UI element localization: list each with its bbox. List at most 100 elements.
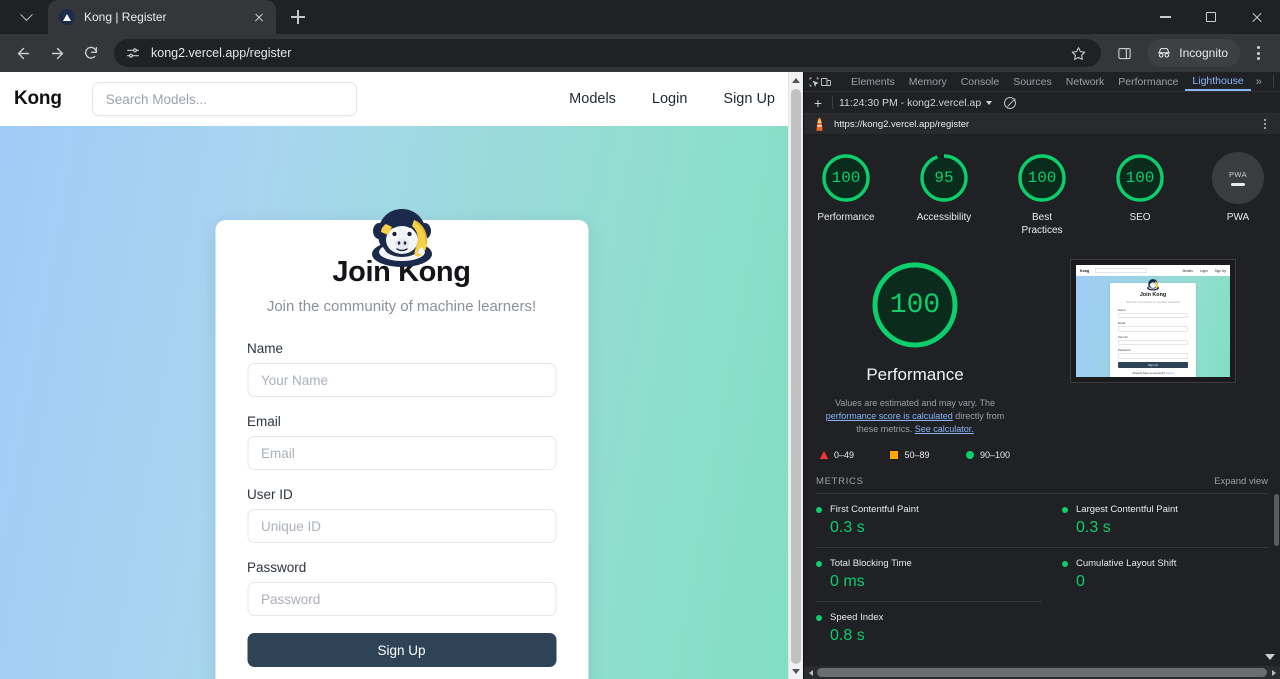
report-scroll-thumb[interactable] [1274,494,1279,546]
metric-value: 0.3 s [830,519,865,537]
nav-link-signup[interactable]: Sign Up [723,91,775,107]
tab-network[interactable]: Network [1059,72,1112,91]
metric-total-blocking-time[interactable]: Total Blocking Time 0 ms [816,547,1042,601]
close-icon[interactable] [250,8,268,26]
thumb-login-link: Log In [1165,371,1174,375]
thumb-login-text: Already have an account? [1132,371,1166,375]
tab-memory[interactable]: Memory [902,72,954,91]
expand-view-button[interactable]: Expand view [1214,476,1268,487]
url-text: kong2.vercel.app/register [151,46,292,60]
back-button[interactable] [8,38,38,68]
see-calculator-link[interactable]: See calculator. [915,424,974,434]
kong-triangle-icon [59,9,75,25]
metric-speed-index[interactable]: Speed Index 0.8 s [816,601,1042,655]
site-logo[interactable]: Kong [14,88,62,110]
collapse-icon[interactable] [1264,651,1276,663]
page-viewport: Kong Search Models... Models Login Sign … [0,72,803,679]
reload-button[interactable] [76,38,106,68]
browser-menu-button[interactable] [1244,38,1272,68]
pass-dot-icon [816,614,822,621]
clear-reports-icon[interactable] [1004,96,1017,109]
incognito-indicator[interactable]: Incognito [1147,39,1240,67]
performance-calculation-link[interactable]: performance score is calculated [826,411,953,421]
more-tabs-icon[interactable]: » [1251,76,1267,88]
metric-first-contentful-paint[interactable]: First Contentful Paint 0.3 s [816,493,1042,547]
name-input[interactable]: Your Name [247,363,556,397]
metric-largest-contentful-paint[interactable]: Largest Contentful Paint 0.3 s [1042,493,1268,547]
fail-triangle-icon [820,451,828,460]
devtools-actions [1267,73,1280,91]
average-square-icon [890,451,899,460]
address-bar[interactable]: kong2.vercel.app/register [114,39,1102,67]
minimize-button[interactable] [1142,0,1188,34]
inspect-element-icon[interactable] [808,73,820,91]
gauge-performance-score: 100 [831,169,861,187]
tab-elements[interactable]: Elements [844,72,902,91]
nav-link-models[interactable]: Models [569,91,616,107]
site-settings-icon[interactable] [125,45,141,61]
signup-button[interactable]: Sign Up [247,633,556,667]
gauge-performance[interactable]: 100 Performance [808,152,884,237]
tab-search-button[interactable] [6,3,46,31]
forward-button[interactable] [42,38,72,68]
report-selector[interactable]: 11:24:30 PM - kong2.vercel.ap [839,96,993,109]
metric-value: 0 ms [830,573,865,591]
scroll-down-arrow[interactable] [789,663,803,679]
metric-cumulative-layout-shift[interactable]: Cumulative Layout Shift 0 [1042,547,1268,601]
tab-performance[interactable]: Performance [1111,72,1185,91]
report-options-icon[interactable] [1258,119,1272,129]
featured-gauge: 100 [869,259,961,351]
tab-sources[interactable]: Sources [1006,72,1059,91]
devtools-horizontal-scrollbar[interactable] [804,666,1280,679]
new-audit-icon[interactable]: + [810,96,826,110]
disclaimer-part1: Values are estimated and may vary. The [834,398,996,408]
lh-toolbar-divider [832,96,833,109]
metric-name: Total Blocking Time [830,558,912,570]
new-tab-button[interactable] [284,3,312,31]
close-window-button[interactable] [1234,0,1280,34]
side-panel-icon[interactable] [1109,38,1139,68]
user-id-input[interactable]: Unique ID [247,509,556,543]
scroll-right-arrow[interactable] [1267,666,1280,679]
report-selector-label: 11:24:30 PM - kong2.vercel.ap [839,96,982,109]
tab-console[interactable]: Console [954,72,1007,91]
tab-lighthouse[interactable]: Lighthouse [1185,72,1251,91]
page-scroll-thumb[interactable] [791,89,801,664]
metric-name: Speed Index [830,612,884,624]
password-input[interactable]: Password [247,582,556,616]
maximize-button[interactable] [1188,0,1234,34]
featured-score: 100 Performance Values are estimated and… [804,245,1026,460]
thumb-link-models: Models [1182,268,1193,273]
nav-link-login[interactable]: Login [652,91,687,107]
gauge-seo[interactable]: 100 SEO [1102,152,1178,237]
legend-average: 50–89 [890,450,930,461]
metric-value: 0.3 s [1076,519,1111,537]
window-controls [1142,0,1280,34]
gauge-accessibility[interactable]: 95 Accessibility [906,152,982,237]
final-screenshot[interactable]: Kong Models Login Sign Up Join Kong Join… [1070,259,1236,383]
email-input[interactable]: Email [247,436,556,470]
thumb-gorilla-icon [1147,279,1159,291]
bookmark-star-icon[interactable] [1065,40,1091,66]
metric-name: Cumulative Layout Shift [1076,558,1177,570]
scroll-up-arrow[interactable] [789,72,803,88]
pass-circle-icon [965,451,974,460]
search-input[interactable]: Search Models... [91,82,357,116]
page-scrollbar[interactable] [788,72,803,679]
gauge-pwa[interactable]: PWA PWA [1200,152,1276,237]
legend-average-range: 50–89 [904,450,930,461]
label-password: Password [247,560,307,575]
lighthouse-report: 100 Performance 95 Accessibility 100 Bes… [804,134,1280,679]
thumb-search-box [1095,267,1148,274]
pass-dot-icon [1062,506,1068,513]
close-icon [1251,11,1263,23]
scroll-left-arrow[interactable] [804,666,817,679]
gauge-best-practices[interactable]: 100 Best Practices [1004,152,1080,237]
gauge-best-practices-score: 100 [1027,169,1057,187]
metric-name: First Contentful Paint [830,504,919,516]
featured-score-value: 100 [889,289,941,321]
legend-fail: 0–49 [820,450,854,460]
horizontal-scroll-thumb[interactable] [817,668,1267,677]
browser-tab[interactable]: Kong | Register [48,0,276,34]
device-toolbar-icon[interactable] [820,73,832,91]
